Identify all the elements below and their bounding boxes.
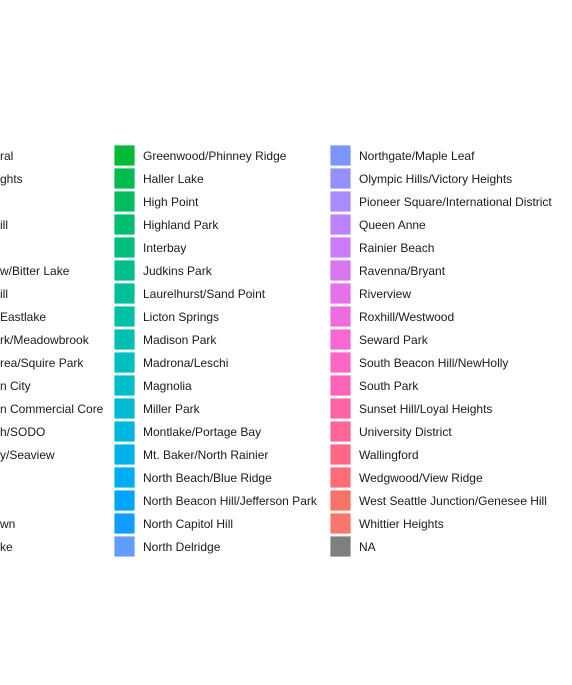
legend-key-madison-park [113,328,136,351]
legend-label-madrona-leschi: Madrona/Leschi [143,356,228,370]
legend-label-w-bitter-lake: w/Bitter Lake [0,264,70,278]
legend-label-miller-park: Miller Park [143,402,201,416]
legend-label-laurelhurst-sand-point: Laurelhurst/Sand Point [143,287,266,301]
legend-key-licton-springs [113,305,136,328]
legend-label-n-city: n City [0,379,31,393]
legend-key-roxhill-westwood [329,305,352,328]
legend-label-north-delridge: North Delridge [143,540,221,554]
legend-key-judkins-park [113,259,136,282]
legend-label-rea-squire-park: rea/Squire Park [0,356,84,370]
legend-label-north-beacon-hill-jefferson-park: North Beacon Hill/Jefferson Park [143,494,318,508]
legend-label-greenwood-phinney-ridge: Greenwood/Phinney Ridge [143,149,287,163]
legend-label-pioneer-square-international-district: Pioneer Square/International District [359,195,552,209]
legend-label-n-commercial-core: n Commercial Core [0,402,104,416]
legend-key-riverview [329,282,352,305]
legend-label-ill: ill [0,218,8,232]
legend-label-wn: wn [0,517,15,531]
legend-label-ravenna-bryant: Ravenna/Bryant [359,264,446,278]
legend-key-high-point [113,190,136,213]
legend-label-eastlake: Eastlake [0,310,46,324]
legend-label-whittier-heights: Whittier Heights [359,517,444,531]
legend-key-highland-park [113,213,136,236]
legend-label-ill: ill [0,287,8,301]
legend-label-northgate-maple-leaf: Northgate/Maple Leaf [359,149,475,163]
legend-label-interbay: Interbay [143,241,186,255]
legend-label-south-park: South Park [359,379,419,393]
legend-key-magnolia [113,374,136,397]
legend-label-north-capitol-hill: North Capitol Hill [143,517,233,531]
legend-key-olympic-hills-victory-heights [329,167,352,190]
legend-label-west-seattle-junction-genesee-hill: West Seattle Junction/Genesee Hill [359,494,547,508]
legend-key-montlake-portage-bay [113,420,136,443]
legend-label-madison-park: Madison Park [143,333,217,347]
legend-label-ghts: ghts [0,172,23,186]
legend-label-seward-park: Seward Park [359,333,429,347]
legend-label-rk-meadowbrook: rk/Meadowbrook [0,333,90,347]
legend-key-laurelhurst-sand-point [113,282,136,305]
legend-label-south-beacon-hill-newholly: South Beacon Hill/NewHolly [359,356,508,370]
legend-key-university-district [329,420,352,443]
legend-key-madrona-leschi [113,351,136,374]
legend-key-north-beach-blue-ridge [113,466,136,489]
legend-key-south-park [329,374,352,397]
legend-label-roxhill-westwood: Roxhill/Westwood [359,310,454,324]
legend-key-northgate-maple-leaf [329,144,352,167]
legend-label-licton-springs: Licton Springs [143,310,219,324]
legend-label-haller-lake: Haller Lake [143,172,204,186]
legend-key-ravenna-bryant [329,259,352,282]
legend-key-pioneer-square-international-district [329,190,352,213]
legend-label-mt-baker-north-rainier: Mt. Baker/North Rainier [143,448,268,462]
legend-label-y-seaview: y/Seaview [0,448,55,462]
legend-entries: ral ghts ill w/Bitter Lake ill Eastlake rk/Mea… [0,144,552,558]
legend-key-north-capitol-hill [113,512,136,535]
legend-key-south-beacon-hill-newholly [329,351,352,374]
legend-key-mt-baker-north-rainier [113,443,136,466]
legend-key-na [329,535,352,558]
legend-label-judkins-park: Judkins Park [143,264,213,278]
legend-label-montlake-portage-bay: Montlake/Portage Bay [143,425,261,439]
legend-key-wallingford [329,443,352,466]
legend-label-sunset-hill-loyal-heights: Sunset Hill/Loyal Heights [359,402,492,416]
legend-key-interbay [113,236,136,259]
legend-key-seward-park [329,328,352,351]
legend-label-north-beach-blue-ridge: North Beach/Blue Ridge [143,471,272,485]
legend-label-university-district: University District [359,425,452,439]
legend-label-riverview: Riverview [359,287,411,301]
legend-key-haller-lake [113,167,136,190]
legend-key-rainier-beach [329,236,352,259]
legend-key-miller-park [113,397,136,420]
legend-label-queen-anne: Queen Anne [359,218,426,232]
legend-label-highland-park: Highland Park [143,218,219,232]
legend-label-h-sodo: h/SODO [0,425,45,439]
legend-label-ke: ke [0,540,13,554]
legend-key-whittier-heights [329,512,352,535]
legend-key-wedgwood-view-ridge [329,466,352,489]
legend-key-north-delridge [113,535,136,558]
legend-label-ral: ral [0,149,13,163]
legend-key-north-beacon-hill-jefferson-park [113,489,136,512]
legend-key-sunset-hill-loyal-heights [329,397,352,420]
legend-label-wallingford: Wallingford [359,448,419,462]
legend-key-west-seattle-junction-genesee-hill [329,489,352,512]
legend-key-queen-anne [329,213,352,236]
legend-label-olympic-hills-victory-heights: Olympic Hills/Victory Heights [359,172,512,186]
legend-key-greenwood-phinney-ridge [113,144,136,167]
legend: ral ghts ill w/Bitter Lake ill Eastlake rk/Mea… [0,144,552,558]
legend-label-high-point: High Point [143,195,199,209]
legend-label-wedgwood-view-ridge: Wedgwood/View Ridge [359,471,483,485]
legend-label-na: NA [359,540,376,554]
legend-label-rainier-beach: Rainier Beach [359,241,434,255]
legend-label-magnolia: Magnolia [143,379,192,393]
